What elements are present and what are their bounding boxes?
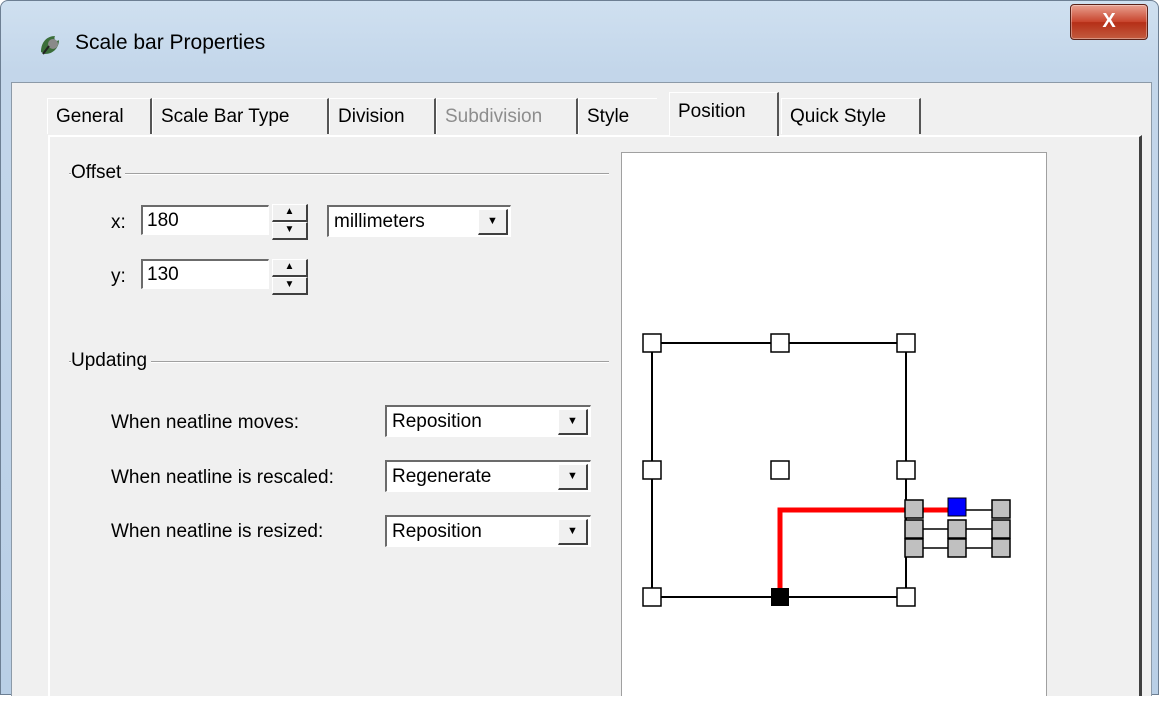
offset-y-input[interactable]: 130	[141, 259, 269, 289]
tab-division[interactable]: Division	[329, 98, 436, 134]
anchor-bottom-right[interactable]	[896, 587, 916, 607]
scalebar-handle[interactable]	[947, 538, 967, 558]
offset-group-label: Offset	[71, 162, 126, 184]
tab-position[interactable]: Position	[669, 92, 779, 136]
tab-quick-style[interactable]: Quick Style	[781, 98, 921, 134]
offset-y-spinner[interactable]: ▲ ▼	[272, 259, 308, 295]
anchor-diagram[interactable]	[622, 153, 1046, 697]
offset-x-label: x:	[111, 212, 126, 233]
anchor-middle-left[interactable]	[642, 460, 662, 480]
scalebar-handle[interactable]	[947, 519, 967, 539]
window-title: Scale bar Properties	[75, 31, 266, 54]
scalebar-handle[interactable]	[904, 499, 924, 519]
offset-x-spinner[interactable]: ▲ ▼	[272, 204, 308, 240]
spin-down-icon[interactable]: ▼	[272, 222, 308, 240]
offset-group-line	[69, 173, 609, 175]
tab-style[interactable]: Style	[578, 98, 657, 134]
chevron-down-icon[interactable]: ▼	[558, 409, 588, 435]
neatline-resized-value: Reposition	[392, 521, 482, 542]
updating-group-label: Updating	[71, 350, 152, 372]
tab-subdivision[interactable]: Subdivision	[436, 98, 578, 134]
scalebar-anchor-selected[interactable]	[947, 497, 967, 517]
units-value: millimeters	[334, 211, 425, 232]
anchor-bottom-left[interactable]	[642, 587, 662, 607]
scalebar-handle[interactable]	[991, 519, 1011, 539]
units-dropdown[interactable]: millimeters ▼	[327, 205, 511, 237]
close-button[interactable]: X	[1070, 4, 1148, 40]
offset-y-label: y:	[111, 266, 126, 287]
neatline-rescaled-label: When neatline is rescaled:	[111, 467, 334, 488]
anchor-top-left[interactable]	[642, 333, 662, 353]
anchor-bottom-center-selected[interactable]	[771, 588, 789, 606]
chevron-down-icon[interactable]: ▼	[558, 519, 588, 545]
neatline-moves-label: When neatline moves:	[111, 412, 299, 433]
anchor-position-preview[interactable]	[621, 152, 1047, 696]
spin-down-icon[interactable]: ▼	[272, 277, 308, 295]
spin-up-icon[interactable]: ▲	[272, 259, 308, 277]
scalebar-handle[interactable]	[991, 499, 1011, 519]
anchor-middle-right[interactable]	[896, 460, 916, 480]
neatline-moves-dropdown[interactable]: Reposition ▼	[385, 405, 591, 437]
dialog-window: Scale bar Properties X General Scale Bar…	[0, 0, 1159, 696]
anchor-top-center[interactable]	[770, 333, 790, 353]
tab-scale-bar-type[interactable]: Scale Bar Type	[152, 98, 329, 134]
chevron-down-icon[interactable]: ▼	[478, 209, 508, 235]
scalebar-handle[interactable]	[991, 538, 1011, 558]
neatline-rescaled-value: Regenerate	[392, 466, 492, 487]
spin-up-icon[interactable]: ▲	[272, 204, 308, 222]
scalebar-handle[interactable]	[904, 538, 924, 558]
title-bar[interactable]: Scale bar Properties X	[1, 1, 1158, 81]
offset-x-input[interactable]: 180	[141, 205, 269, 235]
tab-general[interactable]: General	[47, 98, 152, 134]
chevron-down-icon[interactable]: ▼	[558, 464, 588, 490]
anchor-top-right[interactable]	[896, 333, 916, 353]
app-icon	[41, 36, 59, 55]
scalebar-handle[interactable]	[904, 519, 924, 539]
neatline-rescaled-dropdown[interactable]: Regenerate ▼	[385, 460, 591, 492]
neatline-resized-label: When neatline is resized:	[111, 521, 324, 542]
neatline-resized-dropdown[interactable]: Reposition ▼	[385, 515, 591, 547]
neatline-moves-value: Reposition	[392, 411, 482, 432]
anchor-center[interactable]	[770, 460, 790, 480]
